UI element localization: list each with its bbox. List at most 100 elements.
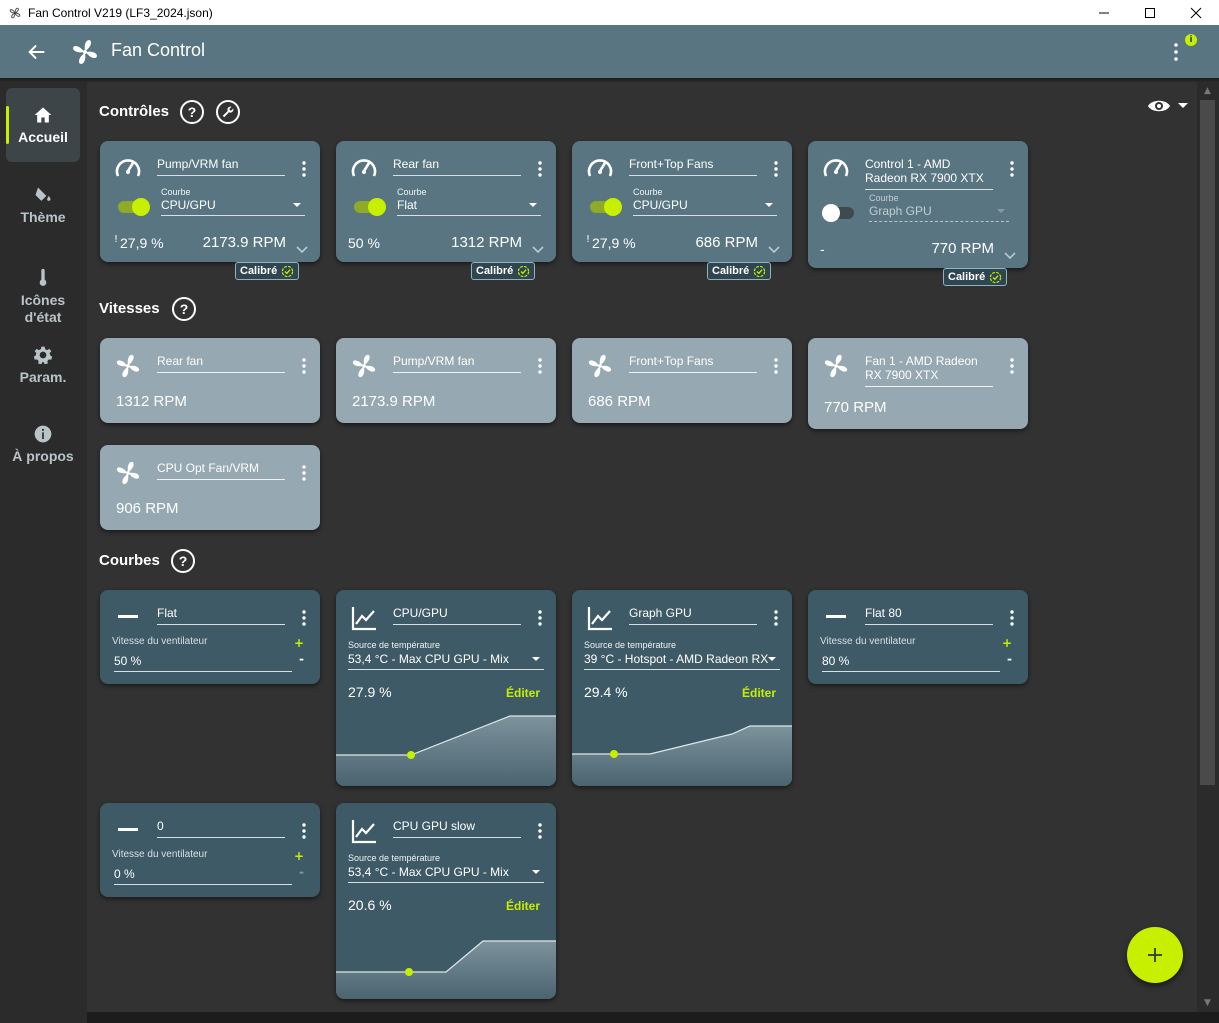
curve-card-graph-gpu[interactable]: Graph GPU Source de température 39 °C - … xyxy=(572,590,792,786)
chevron-down-icon[interactable] xyxy=(768,239,780,254)
control-name[interactable]: Rear fan xyxy=(393,157,521,176)
control-enable-toggle[interactable] xyxy=(116,197,150,217)
curve-card-flat[interactable]: Flat Vitesse du ventilateur + 50 % - xyxy=(100,590,320,684)
more-vertical-icon[interactable] xyxy=(302,465,306,481)
speed-name[interactable]: Front+Top Fans xyxy=(629,354,757,373)
increase-button[interactable]: + xyxy=(294,849,304,863)
more-vertical-icon[interactable] xyxy=(1010,610,1014,626)
speed-card-pump-vrm[interactable]: Pump/VRM fan 2173.9 RPM xyxy=(336,338,556,423)
more-vertical-icon[interactable] xyxy=(538,358,542,374)
wrench-button[interactable] xyxy=(216,100,240,124)
chevron-down-icon[interactable] xyxy=(296,239,308,254)
control-card-rear-fan[interactable]: Rear fan Courbe Flat 50 % 1312 RPM xyxy=(336,141,556,262)
eye-icon[interactable] xyxy=(1147,98,1171,114)
speed-card-cpu-opt[interactable]: CPU Opt Fan/VRM 906 RPM xyxy=(100,445,320,530)
curve-name[interactable]: Graph GPU xyxy=(629,606,757,625)
curve-select[interactable]: CPU/GPU xyxy=(633,198,777,216)
control-card-amd-radeon[interactable]: Control 1 - AMD Radeon RX 7900 XTX Courb… xyxy=(808,141,1028,268)
sidebar-item-settings[interactable]: Param. xyxy=(6,328,80,402)
more-vertical-icon[interactable] xyxy=(1170,41,1182,63)
more-vertical-icon[interactable] xyxy=(1010,358,1014,374)
scroll-down-icon[interactable]: ▼ xyxy=(1200,998,1215,1012)
curve-card-cpu-gpu-slow[interactable]: CPU GPU slow Source de température 53,4 … xyxy=(336,803,556,999)
calibrated-badge: Calibré xyxy=(235,262,300,280)
more-vertical-icon[interactable] xyxy=(538,823,542,839)
more-vertical-icon[interactable] xyxy=(1010,161,1014,177)
speed-name[interactable]: Rear fan xyxy=(157,354,285,373)
sidebar-item-theme[interactable]: Thème xyxy=(6,168,80,242)
minimize-button[interactable] xyxy=(1081,0,1127,25)
sidebar-item-home[interactable]: Accueil xyxy=(6,88,80,162)
curve-select[interactable]: Flat xyxy=(397,198,541,216)
edit-curve-link[interactable]: Éditer xyxy=(506,686,540,700)
plus-icon xyxy=(1148,948,1162,962)
scroll-thumb[interactable] xyxy=(1200,100,1215,785)
speed-rpm: 686 RPM xyxy=(588,393,651,410)
temperature-source-select[interactable]: 39 °C - Hotspot - AMD Radeon RX xyxy=(584,652,780,670)
curve-name[interactable]: CPU/GPU xyxy=(393,606,521,625)
window-title: Fan Control V219 (LF3_2024.json) xyxy=(28,5,213,20)
speed-name[interactable]: Fan 1 - AMD Radeon RX 7900 XTX xyxy=(865,354,993,387)
increase-button[interactable]: + xyxy=(1002,636,1012,650)
more-vertical-icon[interactable] xyxy=(302,161,306,177)
curve-name[interactable]: 0 xyxy=(157,819,285,838)
curve-name[interactable]: CPU GPU slow xyxy=(393,819,521,838)
sidebar-item-status-icons[interactable]: Icônes d'état xyxy=(6,254,80,338)
speeds-help-button[interactable]: ? xyxy=(172,297,196,321)
control-name[interactable]: Front+Top Fans xyxy=(629,157,757,176)
sidebar-item-about[interactable]: À propos xyxy=(6,407,80,481)
curve-select[interactable]: CPU/GPU xyxy=(161,198,305,216)
chevron-down-icon[interactable] xyxy=(1004,245,1016,260)
decrease-button[interactable]: - xyxy=(1007,652,1012,666)
speed-name[interactable]: Pump/VRM fan xyxy=(393,354,521,373)
temperature-source-select[interactable]: 53,4 °C - Max CPU GPU - Mix xyxy=(348,865,544,883)
control-enable-toggle[interactable] xyxy=(352,197,386,217)
curve-card-zero[interactable]: 0 Vitesse du ventilateur + 0 % - xyxy=(100,803,320,897)
decrease-button[interactable]: - xyxy=(299,865,304,879)
info-badge[interactable]: i xyxy=(1185,34,1197,46)
curve-select[interactable]: Graph GPU xyxy=(869,204,1009,222)
add-button[interactable] xyxy=(1127,927,1183,983)
control-card-front-top[interactable]: Front+Top Fans Courbe CPU/GPU ! 27,9 % 6… xyxy=(572,141,792,262)
control-enable-toggle[interactable] xyxy=(588,197,622,217)
curve-card-flat-80[interactable]: Flat 80 Vitesse du ventilateur + 80 % - xyxy=(808,590,1028,684)
back-arrow-icon[interactable] xyxy=(26,41,48,63)
controls-help-button[interactable]: ? xyxy=(180,100,204,124)
fan-speed-input[interactable]: 50 % xyxy=(114,654,292,672)
edit-curve-link[interactable]: Éditer xyxy=(506,899,540,913)
gear-icon xyxy=(32,344,54,366)
close-window-button[interactable] xyxy=(1173,0,1219,25)
control-card-pump-vrm[interactable]: Pump/VRM fan Courbe CPU/GPU ! 27,9 % 217… xyxy=(100,141,320,262)
speed-card-rear-fan[interactable]: Rear fan 1312 RPM xyxy=(100,338,320,423)
control-rpm: 2173.9 RPM xyxy=(202,234,286,251)
more-vertical-icon[interactable] xyxy=(774,358,778,374)
more-vertical-icon[interactable] xyxy=(538,161,542,177)
more-vertical-icon[interactable] xyxy=(774,610,778,626)
curve-name[interactable]: Flat 80 xyxy=(865,606,993,625)
visibility-dropdown-caret[interactable] xyxy=(1178,103,1188,108)
more-vertical-icon[interactable] xyxy=(302,823,306,839)
control-enable-toggle[interactable] xyxy=(822,203,856,223)
curve-card-cpu-gpu[interactable]: CPU/GPU Source de température 53,4 °C - … xyxy=(336,590,556,786)
chevron-down-icon[interactable] xyxy=(532,239,544,254)
edit-curve-link[interactable]: Éditer xyxy=(742,686,776,700)
temperature-source-select[interactable]: 53,4 °C - Max CPU GPU - Mix xyxy=(348,652,544,670)
scroll-up-icon[interactable]: ▲ xyxy=(1200,86,1215,100)
more-vertical-icon[interactable] xyxy=(774,161,778,177)
fan-speed-input[interactable]: 80 % xyxy=(822,654,1000,672)
more-vertical-icon[interactable] xyxy=(302,358,306,374)
temperature-source-label: Source de température xyxy=(584,640,677,650)
curve-name[interactable]: Flat xyxy=(157,606,285,625)
increase-button[interactable]: + xyxy=(294,636,304,650)
control-name[interactable]: Pump/VRM fan xyxy=(157,157,285,176)
curves-help-button[interactable]: ? xyxy=(171,549,195,573)
speed-name[interactable]: CPU Opt Fan/VRM xyxy=(157,461,285,480)
speed-card-amd-radeon[interactable]: Fan 1 - AMD Radeon RX 7900 XTX 770 RPM xyxy=(808,338,1028,429)
speed-card-front-top[interactable]: Front+Top Fans 686 RPM xyxy=(572,338,792,423)
maximize-button[interactable] xyxy=(1127,0,1173,25)
more-vertical-icon[interactable] xyxy=(302,610,306,626)
control-name[interactable]: Control 1 - AMD Radeon RX 7900 XTX xyxy=(865,157,993,190)
more-vertical-icon[interactable] xyxy=(538,610,542,626)
decrease-button[interactable]: - xyxy=(299,652,304,666)
fan-speed-input[interactable]: 0 % xyxy=(114,867,292,885)
